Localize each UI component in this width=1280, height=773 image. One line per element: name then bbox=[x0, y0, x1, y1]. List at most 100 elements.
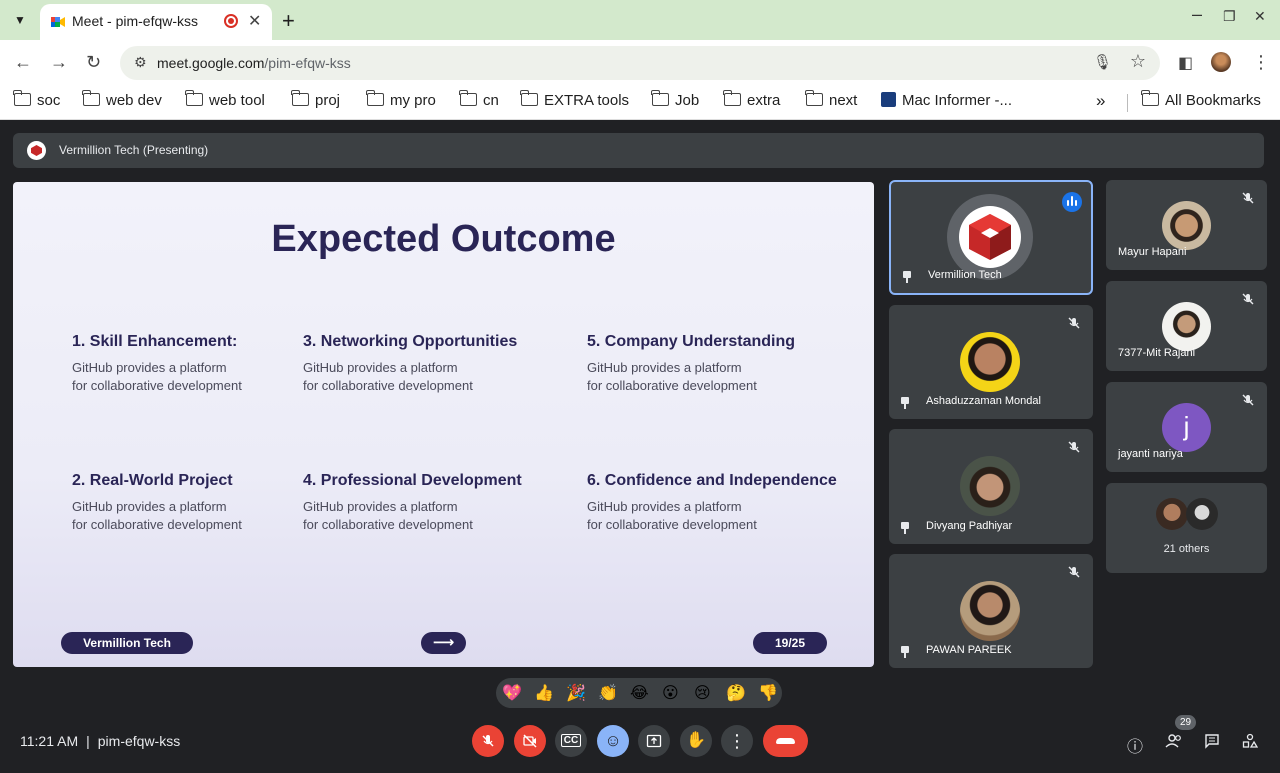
bookmark-star-icon[interactable]: ☆ bbox=[1130, 51, 1146, 72]
meet-window: Vermillion Tech (Presenting) Expected Ou… bbox=[0, 121, 1280, 773]
pin-icon[interactable] bbox=[901, 397, 909, 409]
address-bar[interactable]: ⚙ meet.google.com/pim-efqw-kss 🎙 ☆ bbox=[120, 46, 1160, 80]
close-window-icon[interactable]: ✕ bbox=[1254, 8, 1266, 25]
new-tab-icon[interactable]: + bbox=[282, 8, 295, 34]
slide-item-title: 2. Real-World Project bbox=[72, 472, 233, 489]
present-icon bbox=[646, 734, 662, 748]
participant-name: 7377-Mit Rajani bbox=[1118, 347, 1196, 359]
reaction-party[interactable]: 🎉 bbox=[566, 683, 586, 703]
more-options-button[interactable]: ⋮ bbox=[721, 725, 753, 757]
present-screen-button[interactable] bbox=[638, 725, 670, 757]
others-tile[interactable]: 21 others bbox=[1106, 483, 1267, 573]
microphone-off-button[interactable] bbox=[472, 725, 504, 757]
separator: | bbox=[86, 733, 90, 749]
activities-icon[interactable] bbox=[1242, 733, 1259, 754]
bookmark-folder-cn[interactable]: cn bbox=[459, 90, 499, 109]
participant-tile[interactable]: Ashaduzzaman Mondal bbox=[889, 305, 1093, 419]
tab-search-dropdown-icon[interactable]: ▼ bbox=[10, 10, 30, 30]
bookmark-folder-all-bookmarks[interactable]: All Bookmarks bbox=[1141, 90, 1261, 109]
slide-title: Expected Outcome bbox=[271, 218, 616, 260]
browser-tab-meet[interactable]: Meet - pim-efqw-kss ✕ bbox=[40, 4, 272, 40]
url-path: /pim-efqw-kss bbox=[264, 55, 351, 71]
bookmark-label: web tool bbox=[209, 92, 265, 109]
minimize-window-icon[interactable]: – bbox=[1192, 4, 1202, 25]
side-panel-icon[interactable]: ◧ bbox=[1178, 53, 1193, 73]
forward-arrow-icon[interactable]: → bbox=[50, 52, 68, 73]
reaction-thumbs-up[interactable]: 👍 bbox=[534, 683, 554, 703]
bookmark-label: All Bookmarks bbox=[1165, 92, 1261, 109]
bookmark-label: my pro bbox=[390, 92, 436, 109]
muted-mic-icon bbox=[1065, 314, 1083, 332]
bookmark-folder-soc[interactable]: soc bbox=[13, 90, 61, 109]
url-host: meet.google.com bbox=[157, 55, 265, 71]
pin-icon[interactable] bbox=[901, 646, 909, 658]
participant-tile[interactable]: 7377-Mit Rajani bbox=[1106, 281, 1267, 371]
reaction-sad[interactable]: 😢 bbox=[694, 683, 711, 703]
bookmark-label: next bbox=[829, 92, 858, 109]
bookmark-folder-web-dev[interactable]: web dev bbox=[82, 90, 162, 109]
folder-icon bbox=[185, 90, 203, 106]
camera-off-button[interactable] bbox=[514, 725, 546, 757]
leave-call-button[interactable] bbox=[763, 725, 808, 757]
reaction-thumbs-down[interactable]: 👎 bbox=[758, 683, 778, 703]
participant-tile[interactable]: j jayanti nariya bbox=[1106, 382, 1267, 472]
participant-tile-presenter[interactable]: Vermillion Tech bbox=[889, 180, 1093, 295]
folder-icon bbox=[651, 90, 669, 106]
bookmark-folder-job[interactable]: Job bbox=[651, 90, 699, 109]
presenting-banner: Vermillion Tech (Presenting) bbox=[13, 133, 1264, 168]
participant-count-badge: 29 bbox=[1175, 715, 1196, 730]
folder-icon bbox=[520, 90, 538, 106]
restore-window-icon[interactable]: ❐ bbox=[1223, 8, 1236, 25]
more-bookmarks-icon[interactable]: » bbox=[1096, 91, 1105, 111]
bookmarks-bar: soc web dev web tool proj my pro cn EXTR… bbox=[0, 86, 1280, 120]
site-info-icon[interactable]: ⚙ bbox=[134, 54, 147, 71]
folder-icon bbox=[291, 90, 309, 106]
reload-icon[interactable]: ↻ bbox=[86, 52, 101, 73]
bookmark-mac-informer[interactable]: Mac Informer -... bbox=[881, 92, 1012, 109]
pin-icon[interactable] bbox=[901, 522, 909, 534]
meeting-details-info-icon[interactable]: ⓘ bbox=[1127, 733, 1143, 757]
slide-item: 2. Real-World Project GitHub provides a … bbox=[72, 472, 332, 533]
folder-icon bbox=[1141, 90, 1159, 106]
bookmark-label: proj bbox=[315, 92, 341, 109]
bookmark-folder-my-pro[interactable]: my pro bbox=[366, 90, 436, 109]
bookmark-label: soc bbox=[37, 92, 61, 109]
reaction-laugh[interactable]: 😂 bbox=[630, 683, 649, 703]
mic-icon[interactable]: 🎙 bbox=[1093, 53, 1112, 71]
raise-hand-button[interactable]: ✋ bbox=[680, 725, 712, 757]
slide-item: 1. Skill Enhancement: GitHub provides a … bbox=[72, 333, 332, 394]
bookmark-label: cn bbox=[483, 92, 499, 109]
emoji-reactions-button[interactable]: ☺ bbox=[597, 725, 629, 757]
slide-footer-brand: Vermillion Tech bbox=[61, 632, 193, 654]
back-arrow-icon[interactable]: ← bbox=[14, 52, 32, 73]
pin-icon[interactable] bbox=[903, 271, 911, 283]
reaction-surprised[interactable]: 😮 bbox=[662, 683, 679, 703]
activities-glyph bbox=[1242, 733, 1259, 748]
bookmark-folder-extra-tools[interactable]: EXTRA tools bbox=[520, 90, 629, 109]
muted-mic-icon bbox=[1239, 391, 1257, 409]
profile-avatar[interactable] bbox=[1211, 52, 1231, 72]
meeting-code: pim-efqw-kss bbox=[97, 733, 181, 749]
captions-button[interactable]: CC bbox=[555, 725, 587, 757]
browser-menu-icon[interactable]: ⋮ bbox=[1252, 52, 1270, 73]
slide-item-desc: GitHub provides a platform for collabora… bbox=[303, 360, 473, 393]
reaction-clap[interactable]: 👏 bbox=[598, 683, 618, 703]
folder-icon bbox=[366, 90, 384, 106]
tab-close-icon[interactable]: ✕ bbox=[248, 11, 261, 31]
captions-icon: CC bbox=[560, 734, 582, 747]
bookmark-folder-proj[interactable]: proj bbox=[291, 90, 341, 109]
reaction-heart[interactable]: 💖 bbox=[502, 683, 522, 703]
chat-icon[interactable] bbox=[1204, 733, 1220, 754]
people-icon[interactable] bbox=[1165, 733, 1183, 754]
bookmark-folder-web-tool[interactable]: web tool bbox=[185, 90, 265, 109]
participant-tile[interactable]: Divyang Padhiyar bbox=[889, 429, 1093, 544]
participant-tile[interactable]: Mayur Hapani bbox=[1106, 180, 1267, 270]
bookmark-folder-extra[interactable]: extra bbox=[723, 90, 780, 109]
reaction-thinking[interactable]: 🤔 bbox=[726, 683, 746, 703]
slide-item-title: 3. Networking Opportunities bbox=[303, 333, 518, 350]
bookmark-folder-next[interactable]: next bbox=[805, 90, 858, 109]
participant-tile[interactable]: PAWAN PAREEK bbox=[889, 554, 1093, 668]
slide-item: 3. Networking Opportunities GitHub provi… bbox=[303, 333, 563, 394]
url-text[interactable]: meet.google.com/pim-efqw-kss bbox=[157, 55, 351, 71]
presentation-slide: Expected Outcome 1. Skill Enhancement: G… bbox=[13, 182, 874, 667]
